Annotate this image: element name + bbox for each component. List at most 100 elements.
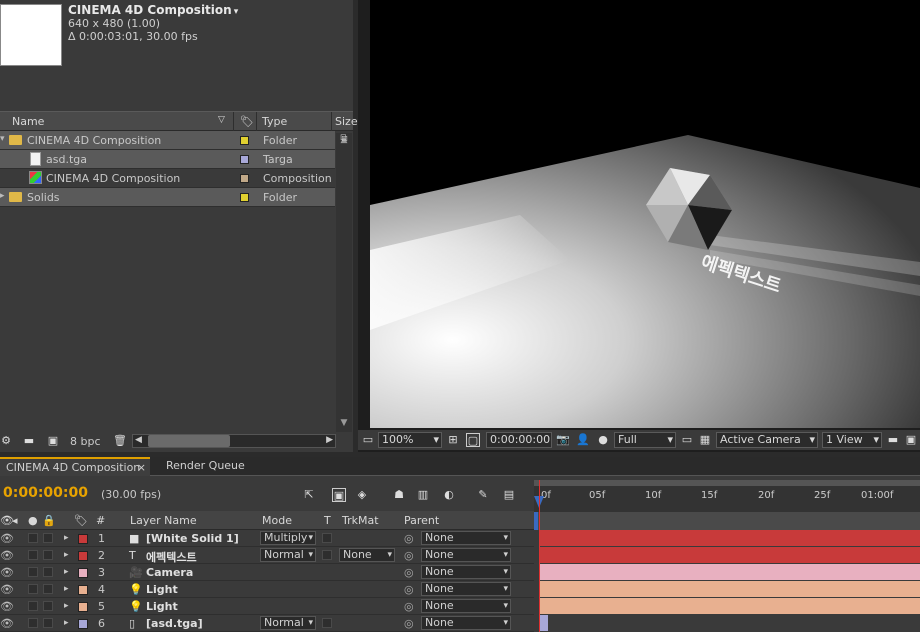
tab-render-queue[interactable]: Render Queue [160,457,251,476]
preserve-transparency-toggle[interactable] [322,533,332,543]
layer-duration-bar[interactable] [540,615,920,631]
size-column-header[interactable]: Size [335,115,358,128]
twirl-closed-icon[interactable]: ▸ [64,618,69,628]
bit-depth-button[interactable]: 8 bpc [70,435,101,448]
work-area-start[interactable] [534,512,538,530]
flowchart-icon[interactable]: ⧉ [337,133,351,147]
view-layout-select[interactable]: 1 View ▾ [822,432,882,448]
layer-row[interactable]: 👁 ▸ 1 ■ [White Solid 1] Multiply ▾ ◎ None ▾ [0,530,534,547]
lock-toggle[interactable] [43,601,53,611]
brainstorm-icon[interactable]: ▤ [502,488,516,502]
audio-icon[interactable]: ◂ [12,514,18,527]
layer-row[interactable]: 👁 ▸ 4 💡 Light ◎ None ▾ [0,581,534,598]
pickwhip-icon[interactable]: ◎ [404,549,414,562]
grid-options-icon[interactable]: ⊞ [446,433,460,447]
video-eye-icon[interactable]: 👁 [0,532,14,545]
twirl-closed-icon[interactable]: ▸ [64,550,69,560]
twirl-closed-icon[interactable]: ▸ [64,601,69,611]
layer-duration-bar[interactable] [540,530,920,546]
lock-toggle[interactable] [43,533,53,543]
sort-arrow-icon[interactable]: ▽ [218,115,225,125]
blend-mode-select[interactable]: Normal ▾ [260,616,316,630]
motion-blur-icon[interactable]: ◐ [442,488,456,502]
layer-name[interactable]: [White Solid 1] [146,532,239,545]
layer-name[interactable]: Camera [146,566,193,579]
shy-layers-icon[interactable]: ☗ [392,488,406,502]
draft-3d-icon[interactable]: ◈ [355,488,369,502]
pickwhip-icon[interactable]: ◎ [404,583,414,596]
project-item-row[interactable]: ▾ CINEMA 4D Composition Folder [0,131,335,150]
region-of-interest-icon[interactable]: ▭ [680,433,694,447]
time-ruler[interactable]: 0f 05f 10f 15f 20f 25f 01:00f [534,480,920,512]
layer-label-color[interactable] [78,619,88,629]
search-layer-icon[interactable]: ⇱ [302,488,316,502]
lock-icon[interactable]: 🔒 [42,514,56,527]
project-vertical-scrollbar[interactable]: ▲ ▼ [336,133,352,433]
new-composition-icon[interactable]: ▣ [47,435,59,447]
layer-label-color[interactable] [78,551,88,561]
parent-select[interactable]: None ▾ [421,548,511,562]
parent-select[interactable]: None ▾ [421,531,511,545]
parent-select[interactable]: None ▾ [421,582,511,596]
pickwhip-icon[interactable]: ◎ [404,617,414,630]
project-item-row[interactable]: asd.tga Targa [0,150,335,169]
preserve-transparency-toggle[interactable] [322,618,332,628]
blend-mode-select[interactable]: Normal ▾ [260,548,316,562]
video-eye-icon[interactable]: 👁 [0,566,14,579]
name-column-header[interactable]: Name [12,115,44,128]
project-item-row[interactable]: CINEMA 4D Composition Composition [0,169,335,188]
twirl-closed-icon[interactable]: ▸ [0,191,5,201]
interpret-footage-icon[interactable]: ⚙ [0,435,12,447]
lock-toggle[interactable] [43,618,53,628]
layer-name[interactable]: Light [146,600,178,613]
viewer-canvas[interactable]: 에펙텍스트 [370,0,920,428]
layer-row[interactable]: 👁 ▸ 6 ▯ [asd.tga] Normal ▾ ◎ None ▾ [0,615,534,632]
label-swatch[interactable] [240,136,249,145]
layer-row[interactable]: 👁 ▸ 3 🎥 Camera ◎ None ▾ [0,564,534,581]
pickwhip-icon[interactable]: ◎ [404,532,414,545]
zoom-select[interactable]: 100% ▾ [378,432,442,448]
toggle-pixel-aspect-icon[interactable]: ▬ [886,433,900,447]
twirl-closed-icon[interactable]: ▸ [64,533,69,543]
label-swatch[interactable] [240,174,249,183]
solo-toggle[interactable] [28,533,38,543]
video-eye-icon[interactable]: 👁 [0,617,14,630]
channel-icon[interactable]: ● [596,433,610,447]
comp-mini-flowchart-icon[interactable]: ▣ [332,488,346,502]
snapshot-icon[interactable]: 📷 [556,433,570,447]
solo-toggle[interactable] [28,567,38,577]
scroll-down-icon[interactable]: ▼ [338,418,350,430]
current-time-field[interactable]: 0:00:00:00 [486,432,552,448]
work-area-bar[interactable] [534,480,920,486]
solo-icon[interactable]: ● [28,514,38,527]
lock-toggle[interactable] [43,567,53,577]
type-column-header[interactable]: Type [262,115,287,128]
pickwhip-icon[interactable]: ◎ [404,566,414,579]
layer-name-header[interactable]: Layer Name [130,514,197,527]
preserve-transparency-toggle[interactable] [322,550,332,560]
trkmat-select[interactable]: None ▾ [339,548,395,562]
label-swatch[interactable] [240,155,249,164]
graph-editor-icon[interactable]: ✎ [476,488,490,502]
layer-label-color[interactable] [78,602,88,612]
parent-select[interactable]: None ▾ [421,599,511,613]
label-swatch[interactable] [240,193,249,202]
solo-toggle[interactable] [28,618,38,628]
layer-label-color[interactable] [78,585,88,595]
layer-duration-bar-short[interactable] [540,615,548,631]
new-folder-icon[interactable]: ▬ [23,435,35,447]
parent-select[interactable]: None ▾ [421,616,511,630]
camera-select[interactable]: Active Camera ▾ [716,432,818,448]
layer-duration-bar[interactable] [540,547,920,563]
video-eye-icon[interactable]: 👁 [0,549,14,562]
label-column-icon[interactable]: 🏷 [74,514,88,527]
tab-composition[interactable]: CINEMA 4D Composition × [0,457,150,476]
layer-duration-bar[interactable] [540,564,920,580]
trash-icon[interactable]: 🗑 [113,435,127,447]
layer-duration-bar[interactable] [540,581,920,597]
pickwhip-icon[interactable]: ◎ [404,600,414,613]
current-timecode[interactable]: 0:00:00:00 [3,485,88,501]
layer-row[interactable]: 👁 ▸ 2 T 에펙텍스트 Normal ▾ None ▾ ◎ None ▾ [0,547,534,564]
layer-label-color[interactable] [78,568,88,578]
twirl-closed-icon[interactable]: ▸ [64,567,69,577]
